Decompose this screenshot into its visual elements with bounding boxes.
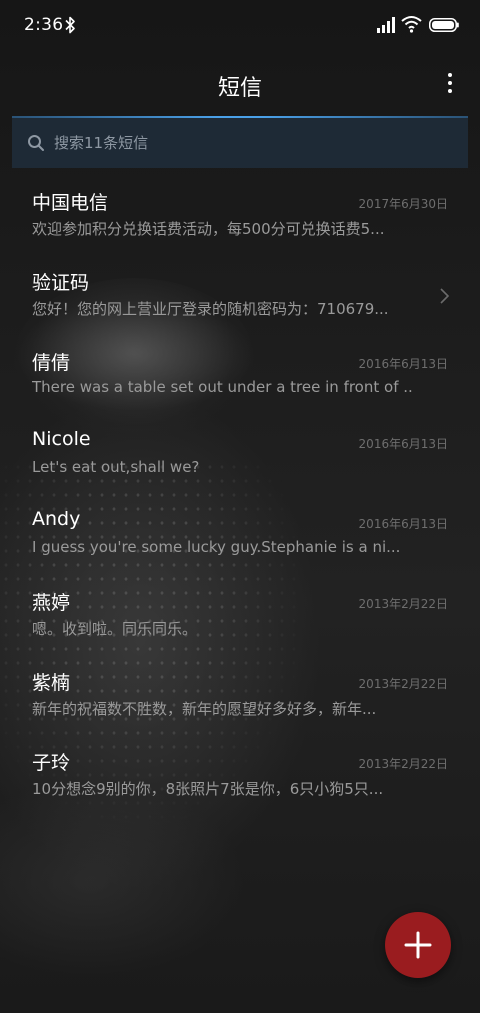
list-item[interactable]: Nicole 2016年6月13日 Let's eat out,shall we… — [0, 422, 480, 502]
message-sender: Nicole — [32, 428, 91, 450]
message-sender: 倩倩 — [32, 352, 71, 374]
list-item[interactable]: Andy 2016年6月13日 I guess you're some luck… — [0, 502, 480, 582]
message-list: 中国电信 2017年6月30日 欢迎参加积分兑换话费活动，每500分可兑换话费5… — [0, 182, 480, 822]
list-item[interactable]: 紫楠 2013年2月22日 新年的祝福数不胜数，新年的愿望好多好多，新年... — [0, 662, 480, 742]
message-preview: There was a table set out under a tree i… — [32, 378, 412, 396]
status-time: 2:36 — [24, 15, 64, 35]
list-item[interactable]: 燕婷 2013年2月22日 嗯。收到啦。同乐同乐。 — [0, 582, 480, 662]
chevron-right-icon — [440, 288, 450, 304]
search-bar[interactable] — [12, 116, 468, 168]
message-preview: Let's eat out,shall we? — [32, 458, 200, 476]
plus-icon — [404, 931, 432, 959]
bluetooth-icon — [65, 16, 75, 34]
battery-icon — [429, 18, 459, 32]
list-item[interactable]: 倩倩 2016年6月13日 There was a table set out … — [0, 342, 480, 422]
message-sender: 验证码 — [32, 272, 90, 294]
message-sender: 紫楠 — [32, 672, 71, 694]
message-preview: 10分想念9别的你，8张照片7张是你，6只小狗5只... — [32, 780, 384, 798]
more-vertical-icon-dot — [448, 81, 452, 85]
message-date: 2013年2月22日 — [358, 597, 448, 611]
message-preview: 嗯。收到啦。同乐同乐。 — [32, 620, 198, 638]
status-bar: 2:36 — [0, 0, 480, 52]
app-header: 短信 — [0, 52, 480, 114]
wifi-icon — [401, 16, 422, 33]
list-item[interactable]: 子玲 2013年2月22日 10分想念9别的你，8张照片7张是你，6只小狗5只.… — [0, 742, 480, 822]
list-item[interactable]: 中国电信 2017年6月30日 欢迎参加积分兑换话费活动，每500分可兑换话费5… — [0, 182, 480, 262]
message-preview: 欢迎参加积分兑换话费活动，每500分可兑换话费5... — [32, 220, 385, 238]
message-date: 2017年6月30日 — [358, 197, 448, 211]
page-title: 短信 — [217, 76, 262, 101]
message-date: 2013年2月22日 — [358, 677, 448, 691]
message-preview: 新年的祝福数不胜数，新年的愿望好多好多，新年... — [32, 700, 377, 718]
signal-icon — [377, 17, 395, 33]
message-sender: Andy — [32, 508, 81, 530]
message-date: 2013年2月22日 — [358, 757, 448, 771]
search-input[interactable] — [54, 118, 444, 168]
more-vertical-icon-dot — [448, 73, 452, 77]
more-vertical-icon-dot — [448, 89, 452, 93]
message-date: 2016年6月13日 — [358, 437, 448, 451]
message-sender: 中国电信 — [32, 192, 109, 214]
message-sender: 燕婷 — [32, 592, 71, 614]
compose-button[interactable] — [385, 912, 451, 978]
message-sender: 子玲 — [32, 752, 71, 774]
message-date: 2016年6月13日 — [358, 517, 448, 531]
message-preview: 您好！您的网上营业厅登录的随机密码为：710679... — [32, 300, 389, 318]
more-options-button[interactable] — [442, 70, 458, 96]
list-item[interactable]: 验证码 您好！您的网上营业厅登录的随机密码为：710679... — [0, 262, 480, 342]
message-preview: I guess you're some lucky guy.Stephanie … — [32, 538, 401, 556]
search-icon — [28, 135, 44, 151]
message-date: 2016年6月13日 — [358, 357, 448, 371]
